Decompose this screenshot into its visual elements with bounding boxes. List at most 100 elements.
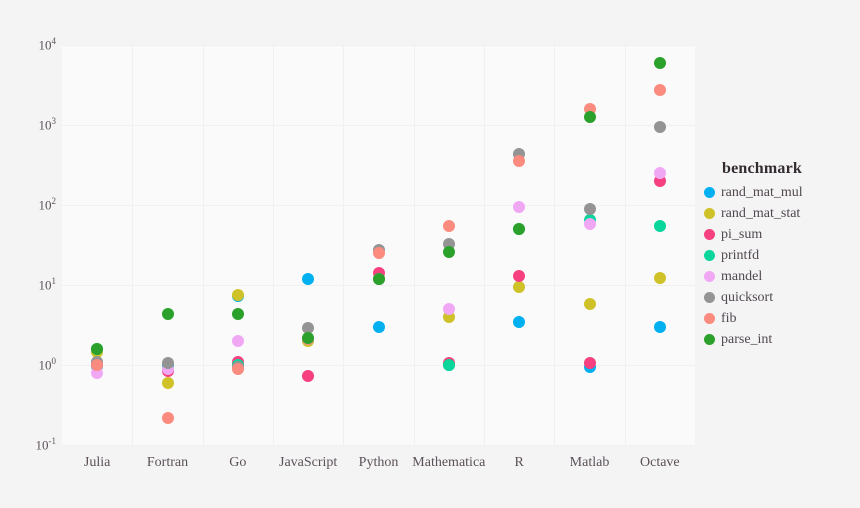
y-tick-exponent: 1 <box>51 276 57 287</box>
y-tick-base: 10 <box>38 37 52 53</box>
data-point <box>513 269 526 282</box>
data-point <box>583 357 596 370</box>
legend-swatch-icon <box>704 313 715 324</box>
y-tick-exponent: 2 <box>51 196 57 207</box>
data-point <box>653 320 666 333</box>
data-point <box>302 331 315 344</box>
y-tick-exponent: 3 <box>51 116 57 127</box>
x-axis-tick-label-fortran: Fortran <box>146 455 189 470</box>
data-point <box>513 155 526 168</box>
y-tick-exponent: 4 <box>51 36 57 47</box>
data-point <box>583 202 596 215</box>
legend-item-mandel[interactable]: mandel <box>704 266 854 287</box>
data-point <box>231 308 244 321</box>
y-tick-base: 10 <box>38 277 52 293</box>
gridline-vertical <box>554 45 556 445</box>
legend-item-rand-mat-mul[interactable]: rand_mat_mul <box>704 182 854 203</box>
gridline-vertical <box>273 45 274 445</box>
legend-swatch-icon <box>704 292 715 303</box>
legend-swatch-icon <box>704 187 715 198</box>
gridline-vertical <box>413 45 415 445</box>
data-point <box>372 320 385 333</box>
y-axis-tick-label: 10-1 <box>4 436 57 453</box>
y-tick-base: 10 <box>38 357 52 373</box>
data-point <box>583 217 596 230</box>
data-point <box>302 272 315 285</box>
data-point <box>161 376 174 389</box>
legend-item-quicksort[interactable]: quicksort <box>704 287 854 308</box>
x-axis-tick-label-r: R <box>514 455 524 470</box>
data-point <box>653 120 666 133</box>
legend-swatch-icon <box>704 208 715 219</box>
data-point <box>91 359 104 371</box>
x-axis-tick-label-octave: Octave <box>640 455 680 470</box>
plot-area <box>62 45 695 446</box>
gridline-horizontal <box>62 45 695 46</box>
gridline-horizontal <box>62 365 695 366</box>
y-axis: 104 103 102 101 100 10-1 <box>0 37 57 452</box>
gridline-vertical <box>484 45 485 445</box>
data-point <box>583 297 596 310</box>
x-axis-tick-label-go: Go <box>229 455 247 470</box>
y-tick-exponent: -1 <box>48 436 57 447</box>
legend-item-label: rand_mat_stat <box>721 205 801 221</box>
x-axis-tick-label-mathematica: Mathematica <box>412 455 486 470</box>
data-point <box>653 84 666 97</box>
data-point <box>442 303 455 316</box>
data-point <box>161 308 174 321</box>
legend-swatch-icon <box>704 334 715 345</box>
y-axis-tick-label: 103 <box>4 116 57 133</box>
x-axis-tick-label-matlab: Matlab <box>569 455 610 470</box>
data-point <box>161 357 174 370</box>
legend-item-label: pi_sum <box>721 226 763 242</box>
legend-swatch-icon <box>704 250 715 261</box>
data-point <box>513 200 526 213</box>
data-point <box>653 271 666 284</box>
legend-item-label: quicksort <box>721 289 774 305</box>
legend-item-label: parse_int <box>721 331 773 347</box>
legend-item-parse-int[interactable]: parse_int <box>704 329 854 350</box>
legend-item-pi-sum[interactable]: pi_sum <box>704 224 854 245</box>
data-point <box>231 362 244 375</box>
x-axis: Julia Fortran Go JavaScript Python Mathematic… <box>62 455 695 481</box>
legend-item-rand-mat-stat[interactable]: rand_mat_stat <box>704 203 854 224</box>
gridline-horizontal <box>62 205 695 206</box>
gridline-vertical <box>624 45 626 445</box>
data-point <box>442 359 455 371</box>
legend-item-printfd[interactable]: printfd <box>704 245 854 266</box>
y-axis-tick-label: 101 <box>4 276 57 293</box>
legend-items: rand_mat_mul rand_mat_stat pi_sumprintfd ma… <box>704 182 854 350</box>
data-point <box>583 111 596 124</box>
y-axis-tick-label: 100 <box>4 356 57 373</box>
data-point <box>161 411 174 424</box>
legend-item-fib[interactable]: fib <box>704 308 854 329</box>
x-axis-tick-label-python: Python <box>358 455 399 470</box>
data-point <box>91 342 104 355</box>
legend-title: benchmark <box>722 160 803 177</box>
y-tick-base: 10 <box>38 117 52 133</box>
benchmark-scatter-figure: 104 103 102 101 100 10-1 Julia Fortran Go JavaSc… <box>0 0 860 508</box>
y-axis-tick-label: 104 <box>4 36 57 53</box>
data-point <box>442 245 455 258</box>
data-point <box>302 370 315 383</box>
gridline-vertical <box>202 45 204 445</box>
y-tick-base: 10 <box>35 437 49 453</box>
y-axis-tick-label: 102 <box>4 196 57 213</box>
y-tick-base: 10 <box>38 197 52 213</box>
data-point <box>231 334 244 347</box>
data-point <box>442 219 455 232</box>
data-point <box>653 167 666 180</box>
legend-item-label: printfd <box>721 247 760 263</box>
x-axis-tick-label-javascript: JavaScript <box>278 455 338 470</box>
legend-item-label: fib <box>721 310 737 326</box>
data-point <box>653 219 666 232</box>
gridline-horizontal <box>62 445 695 446</box>
data-point <box>231 288 244 301</box>
gridline-horizontal <box>62 125 695 126</box>
data-point <box>653 56 666 69</box>
legend-item-label: rand_mat_mul <box>721 184 803 200</box>
legend: benchmark rand_mat_mul rand_mat_stat pi_su… <box>704 160 854 350</box>
legend-swatch-icon <box>704 271 715 282</box>
y-tick-exponent: 0 <box>51 356 57 367</box>
data-point <box>372 247 385 260</box>
